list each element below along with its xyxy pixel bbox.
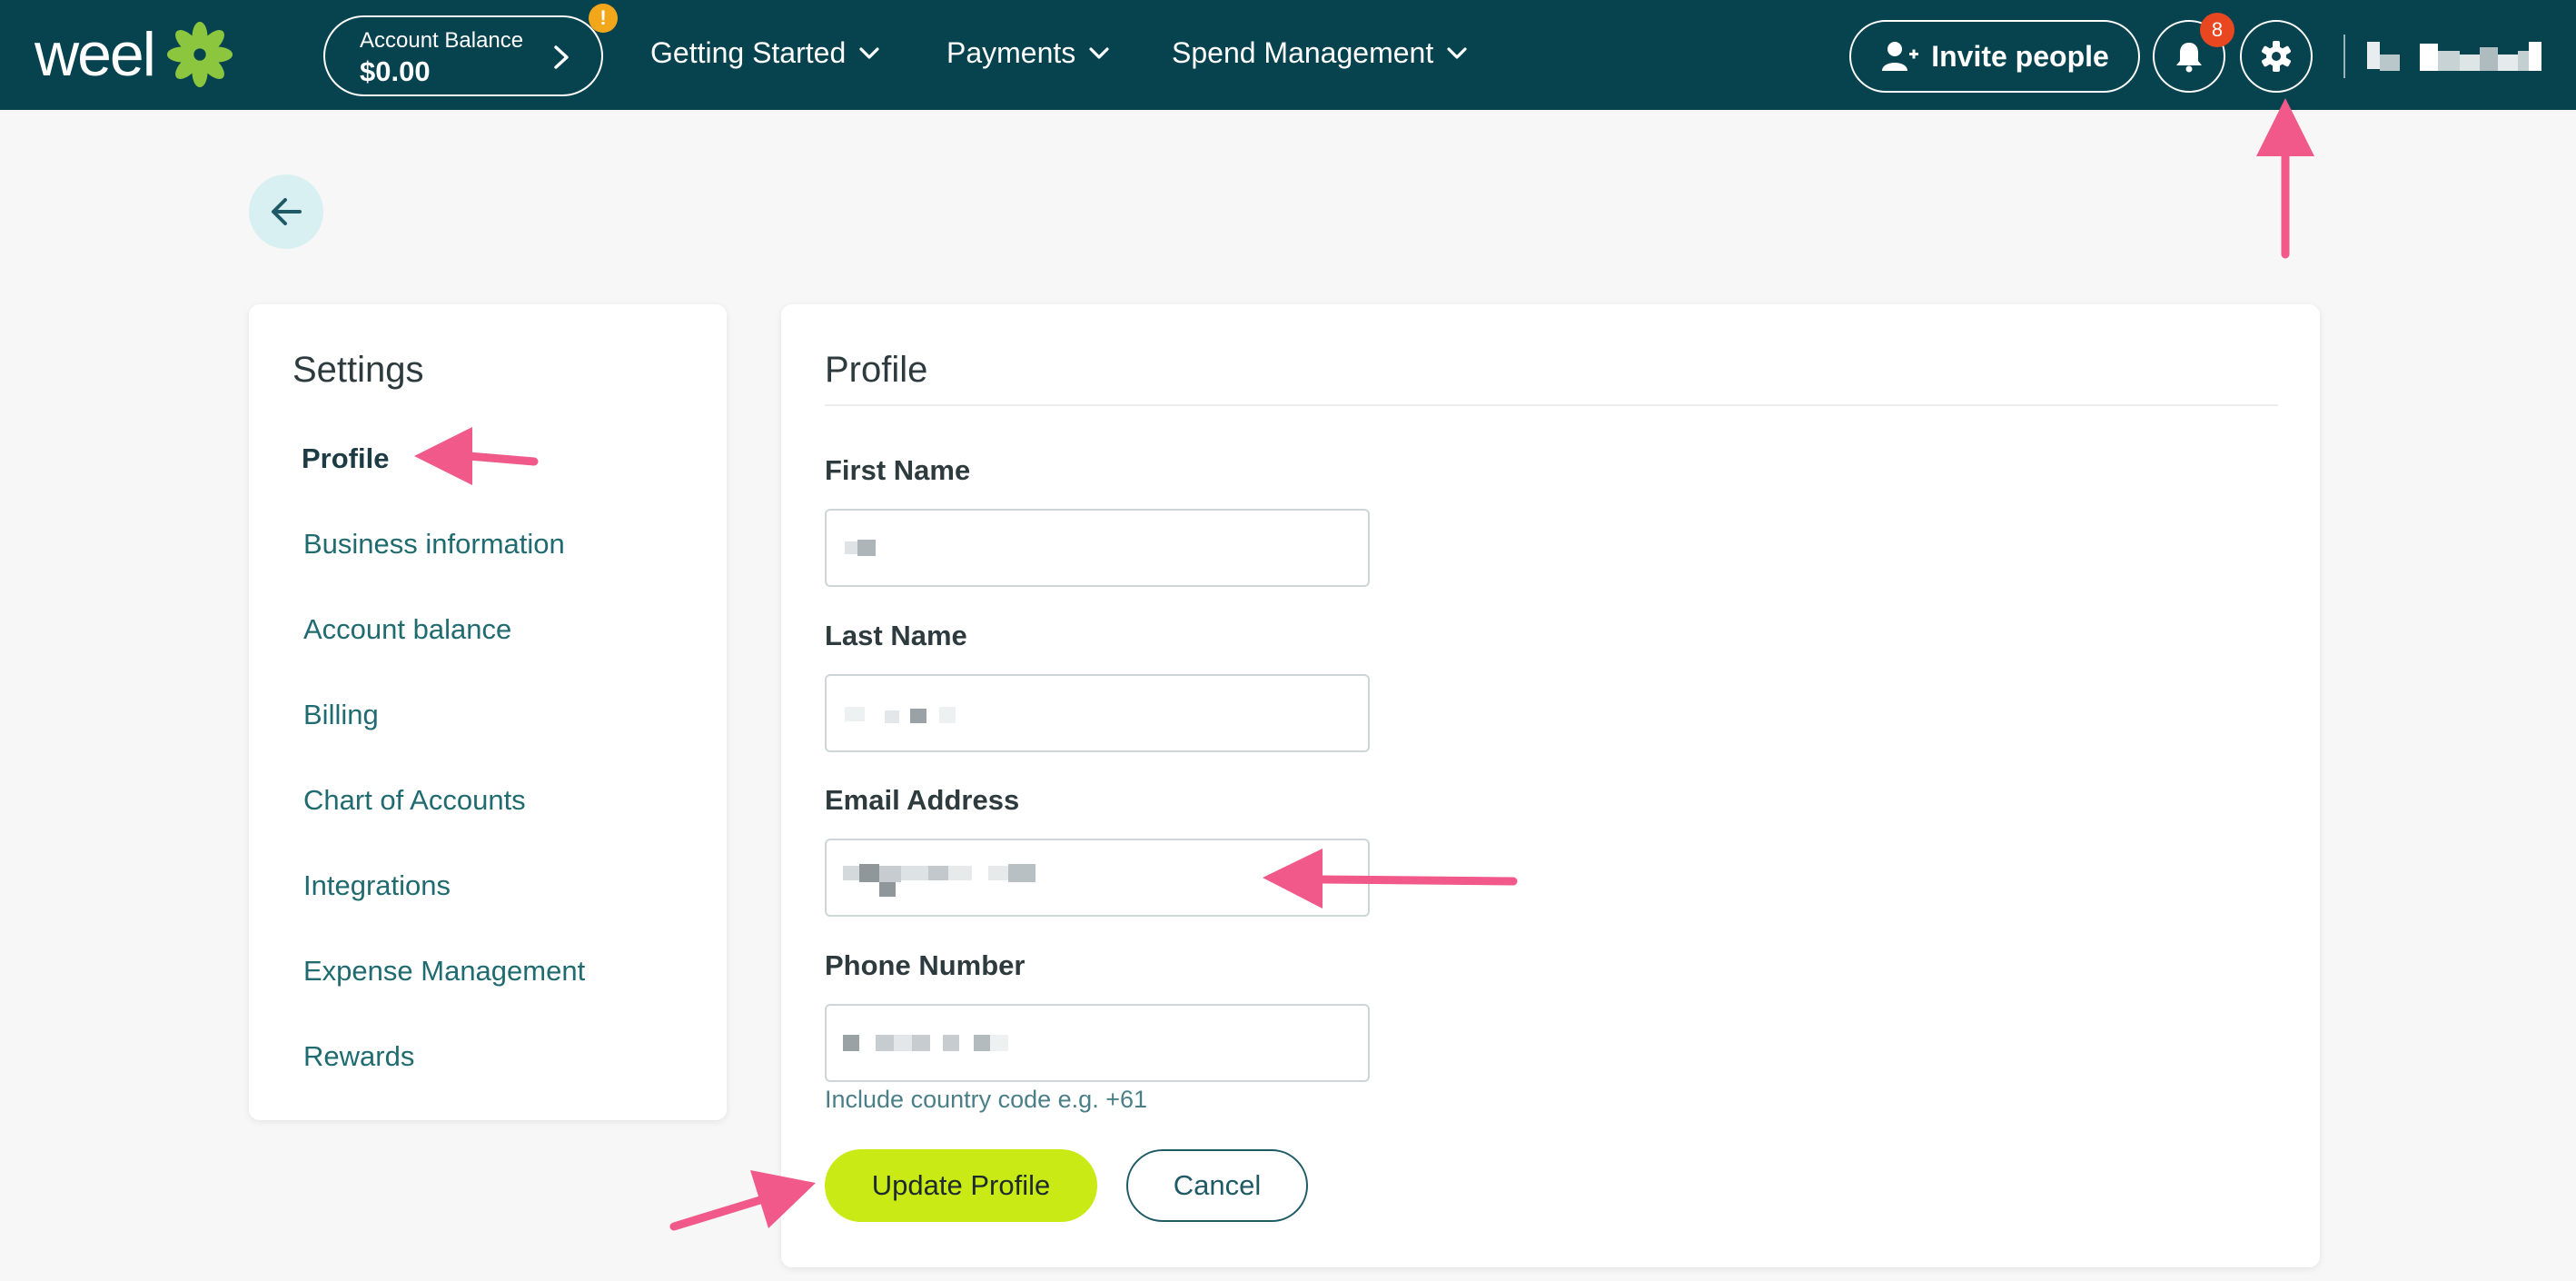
settings-item-business-information[interactable]: Business information [303, 528, 565, 561]
weel-logo[interactable]: weel [35, 18, 234, 91]
back-button[interactable] [249, 174, 323, 249]
last-name-label: Last Name [825, 620, 967, 651]
first-name-label: First Name [825, 454, 971, 486]
email-address-input[interactable] [825, 839, 1370, 917]
nav-spend-management[interactable]: Spend Management [1172, 36, 1468, 70]
flower-logo-icon [166, 21, 233, 88]
nav-label: Spend Management [1172, 36, 1434, 69]
account-balance-button[interactable]: Account Balance $0.00 [323, 15, 603, 96]
settings-item-expense-management[interactable]: Expense Management [303, 955, 585, 988]
redacted-value [845, 540, 876, 556]
invite-people-button[interactable]: Invite people [1849, 20, 2140, 93]
section-divider [825, 404, 2278, 406]
gear-icon [2262, 41, 2291, 72]
balance-label: Account Balance [360, 28, 524, 53]
chevron-right-icon [554, 45, 569, 69]
chevron-down-icon [859, 46, 879, 59]
settings-menu-card: Settings Profile Business information Ac… [249, 304, 727, 1120]
email-address-label: Email Address [825, 784, 1020, 816]
settings-item-rewards[interactable]: Rewards [303, 1040, 414, 1073]
nav-payments[interactable]: Payments [946, 36, 1110, 70]
phone-number-label: Phone Number [825, 949, 1025, 981]
phone-number-input[interactable] [825, 1004, 1370, 1082]
redacted-value [845, 707, 956, 723]
arrow-to-settings-gear [2256, 98, 2314, 259]
phone-helper-text: Include country code e.g. +61 [825, 1086, 1147, 1113]
logo-text: weel [35, 20, 156, 89]
chevron-down-icon [1447, 46, 1467, 59]
top-navigation-bar: weel Account Balance $0.00 ! Getting Sta… [0, 0, 2576, 110]
first-name-input[interactable] [825, 509, 1370, 587]
nav-label: Payments [946, 36, 1076, 69]
user-menu-redacted[interactable] [2367, 38, 2543, 74]
last-name-input[interactable] [825, 674, 1370, 752]
settings-item-billing[interactable]: Billing [303, 699, 379, 731]
invite-label: Invite people [1931, 39, 2109, 73]
alert-badge: ! [589, 4, 618, 33]
settings-item-integrations[interactable]: Integrations [303, 869, 451, 902]
cancel-button[interactable]: Cancel [1126, 1149, 1308, 1222]
balance-value: $0.00 [360, 55, 431, 87]
profile-title: Profile [825, 350, 928, 390]
settings-item-chart-of-accounts[interactable]: Chart of Accounts [303, 784, 526, 817]
header-divider [2343, 35, 2345, 78]
update-profile-button[interactable]: Update Profile [825, 1149, 1097, 1222]
nav-label: Getting Started [650, 36, 847, 69]
add-user-icon [1882, 42, 1919, 71]
notification-count-badge: 8 [2200, 13, 2234, 47]
redacted-value [843, 1035, 1008, 1051]
settings-button[interactable] [2240, 20, 2313, 93]
settings-title: Settings [292, 350, 424, 390]
settings-item-account-balance[interactable]: Account balance [303, 613, 511, 646]
bell-icon [2176, 43, 2202, 73]
redacted-value [843, 864, 1035, 897]
arrow-left-icon [272, 198, 302, 225]
settings-item-profile[interactable]: Profile [302, 442, 389, 475]
profile-form-card: Profile First Name Last Name Email Addre… [781, 304, 2320, 1267]
nav-getting-started[interactable]: Getting Started [650, 36, 880, 70]
chevron-down-icon [1089, 46, 1109, 59]
